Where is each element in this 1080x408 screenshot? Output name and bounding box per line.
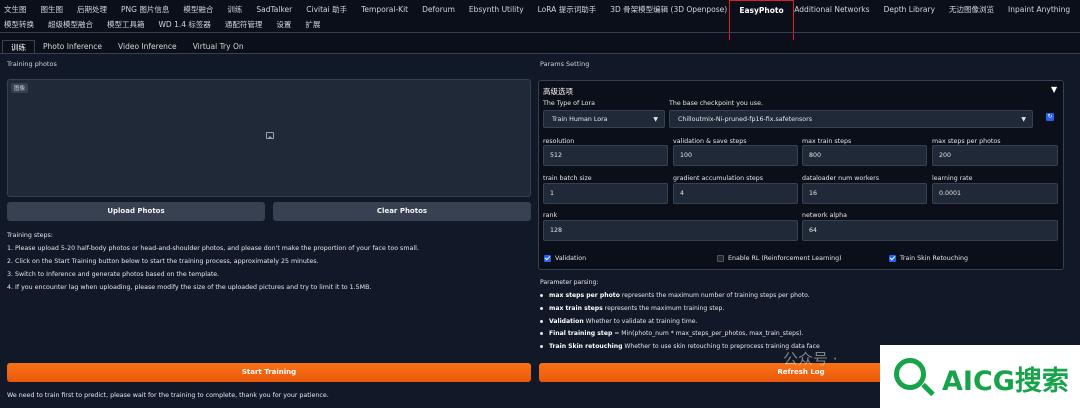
- checkpoint-label: The base checkpoint you use.: [669, 100, 763, 107]
- top-tab[interactable]: 设置: [276, 19, 291, 30]
- divider: [0, 32, 1080, 33]
- max-steps-per-photo-input[interactable]: 200: [932, 145, 1058, 166]
- image-icon: [266, 132, 274, 139]
- top-tab[interactable]: 后期处理: [77, 4, 107, 15]
- wechat-watermark: 公众号 ·: [783, 350, 838, 368]
- lr-input[interactable]: 0.0001: [932, 183, 1058, 204]
- top-tab[interactable]: Depth Library: [884, 5, 935, 14]
- grad-accum-label: gradient accumulation steps: [673, 175, 763, 182]
- skin-retouching-checkbox[interactable]: [889, 255, 896, 262]
- batch-size-input[interactable]: 1: [543, 183, 668, 204]
- advanced-options-panel: [538, 80, 1064, 270]
- top-tab[interactable]: Additional Networks: [794, 5, 869, 14]
- val-steps-label: validation & save steps: [673, 138, 747, 145]
- image-upload-area[interactable]: 图像: [7, 79, 531, 197]
- step-1: 1. Please upload 5-20 half-body photos o…: [7, 245, 419, 252]
- checkpoint-select[interactable]: Chilloutmix-Ni-pruned-fp16-fix.safetenso…: [669, 110, 1033, 128]
- top-tab[interactable]: 无边图像浏览: [949, 4, 994, 15]
- max-steps-per-photo-label: max steps per photos: [932, 138, 1001, 145]
- steps-title: Training steps:: [7, 232, 53, 239]
- logo-text: AICG搜索: [942, 366, 1069, 397]
- refresh-icon[interactable]: ↻: [1046, 113, 1054, 121]
- top-tab[interactable]: PNG 图片信息: [121, 4, 169, 15]
- top-tab[interactable]: 3D 骨架模型编辑 (3D Openpose): [610, 4, 727, 15]
- collapse-caret-icon[interactable]: ▼: [1051, 85, 1057, 94]
- top-tabs-row2: 模型转换 超级模型融合 模型工具箱 WD 1.4 标签器 通配符管理 设置 扩展: [4, 19, 1080, 30]
- validation-label: Validation: [555, 255, 587, 262]
- top-tab[interactable]: Deforum: [422, 5, 455, 14]
- parsing-item: max train steps represents the maximum t…: [540, 305, 724, 312]
- upload-photos-button[interactable]: Upload Photos: [7, 202, 265, 221]
- max-train-steps-label: max train steps: [802, 138, 852, 145]
- tab-easyphoto[interactable]: EasyPhoto: [729, 0, 794, 40]
- start-training-button[interactable]: Start Training: [7, 363, 531, 382]
- alpha-input[interactable]: 64: [802, 220, 1058, 241]
- validation-checkbox[interactable]: [544, 255, 551, 262]
- tab-easyphoto-label: EasyPhoto: [739, 6, 784, 15]
- footer-note: We need to train first to predict, pleas…: [7, 392, 329, 399]
- advanced-options-title[interactable]: 高级选项: [543, 86, 573, 97]
- parsing-title: Parameter parsing:: [540, 279, 599, 286]
- skin-retouching-label: Train Skin Retouching: [900, 255, 968, 262]
- max-train-steps-input[interactable]: 800: [802, 145, 927, 166]
- resolution-label: resolution: [543, 138, 575, 145]
- top-tabs-row1: 文生图 图生图 后期处理 PNG 图片信息 模型融合 训练 SadTalker Civitai…: [4, 4, 1080, 15]
- parsing-item: Final training step = Min(photo_num * ma…: [540, 330, 803, 337]
- step-2: 2. Click on the Start Training button be…: [7, 258, 319, 265]
- rank-input[interactable]: 128: [543, 220, 798, 241]
- chevron-down-icon: ▼: [653, 116, 658, 123]
- resolution-input[interactable]: 512: [543, 145, 668, 166]
- batch-size-label: train batch size: [543, 175, 592, 182]
- top-tab[interactable]: Ebsynth Utility: [469, 5, 524, 14]
- chevron-down-icon: ▼: [1021, 116, 1026, 123]
- parsing-item: max steps per photo represents the maxim…: [540, 292, 810, 299]
- top-tab[interactable]: 模型转换: [4, 19, 34, 30]
- image-badge: 图像: [11, 83, 29, 93]
- num-workers-input[interactable]: 16: [802, 183, 927, 204]
- lora-type-label: The Type of Lora: [543, 100, 595, 107]
- top-tab[interactable]: Civitai 助手: [306, 4, 347, 15]
- top-tab[interactable]: SadTalker: [256, 5, 292, 14]
- rl-checkbox[interactable]: [717, 255, 724, 262]
- parsing-item: Validation Whether to validate at traini…: [540, 318, 697, 325]
- step-4: 4. If you encounter lag when uploading, …: [7, 284, 372, 291]
- top-tab[interactable]: 图生图: [41, 4, 64, 15]
- top-tab[interactable]: 扩展: [305, 19, 320, 30]
- top-tab[interactable]: 超级模型融合: [48, 19, 93, 30]
- val-steps-input[interactable]: 100: [673, 145, 798, 166]
- training-photos-label: Training photos: [7, 60, 57, 68]
- rank-label: rank: [543, 212, 558, 219]
- rl-label: Enable RL (Reinforcement Learning): [728, 255, 842, 262]
- top-tab[interactable]: 模型融合: [183, 4, 213, 15]
- top-tab[interactable]: Inpaint Anything: [1008, 5, 1070, 14]
- top-tab[interactable]: 模型工具箱: [107, 19, 145, 30]
- lora-type-select[interactable]: Train Human Lora ▼: [543, 110, 665, 128]
- checkpoint-value: Chilloutmix-Ni-pruned-fp16-fix.safetenso…: [678, 116, 813, 123]
- top-tab[interactable]: Temporal-Kit: [361, 5, 408, 14]
- magnifier-icon: [894, 358, 926, 390]
- top-tab[interactable]: LoRA 提示词助手: [538, 4, 597, 15]
- top-tab[interactable]: 训练: [227, 4, 242, 15]
- top-tab[interactable]: WD 1.4 标签器: [159, 19, 211, 30]
- aicg-logo: AICG搜索: [880, 345, 1080, 408]
- lora-type-value: Train Human Lora: [552, 116, 608, 123]
- grad-accum-input[interactable]: 4: [673, 183, 798, 204]
- top-tab[interactable]: 文生图: [4, 4, 27, 15]
- lr-label: learning rate: [932, 175, 973, 182]
- alpha-label: network alpha: [802, 212, 848, 219]
- clear-photos-button[interactable]: Clear Photos: [273, 202, 531, 221]
- top-tab[interactable]: 通配符管理: [225, 19, 263, 30]
- parsing-item: Train Skin retouching Whether to use ski…: [540, 343, 820, 350]
- step-3: 3. Switch to Inference and generate phot…: [7, 271, 220, 278]
- params-setting-label: Params Setting: [540, 60, 590, 68]
- num-workers-label: dataloader num workers: [802, 175, 879, 182]
